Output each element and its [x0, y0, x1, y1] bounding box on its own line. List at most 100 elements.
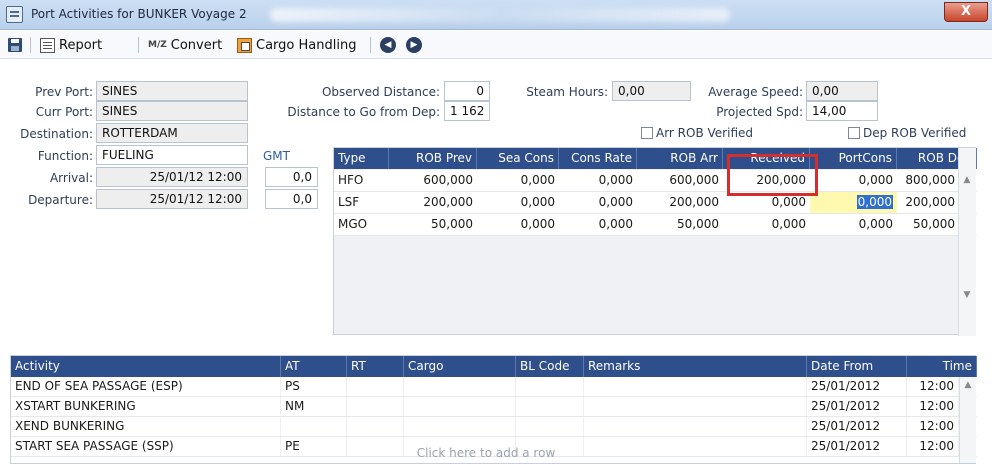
arr-rob-verified-box[interactable]	[641, 127, 653, 139]
rob-cell[interactable]: 600,000	[389, 170, 477, 191]
next-port-button[interactable]: ▶	[406, 36, 422, 54]
rob-cell[interactable]: 0,000	[723, 214, 810, 235]
cargo-handling-button[interactable]: Cargo Handling	[237, 36, 356, 54]
convert-button[interactable]: M/Z Convert	[148, 36, 222, 54]
activity-row[interactable]: END OF SEA PASSAGE (ESP) PS 25/01/2012 1…	[11, 377, 977, 397]
rob-cell[interactable]: 0,000	[810, 170, 897, 191]
save-button[interactable]	[8, 36, 22, 54]
activity-cell[interactable]	[584, 397, 807, 416]
rob-cell[interactable]: LSF	[334, 192, 389, 213]
rob-col-rob-prev[interactable]: ROB Prev	[389, 148, 477, 169]
rob-row-hfo[interactable]: HFO 600,000 0,000 0,000 600,000 200,000 …	[334, 170, 977, 192]
arrival-gmt-field[interactable]: 0,0	[265, 167, 318, 187]
rob-cell[interactable]: 50,000	[637, 214, 723, 235]
rob-cell[interactable]: 200,000	[389, 192, 477, 213]
rob-col-portcons[interactable]: PortCons	[810, 148, 897, 169]
close-button[interactable]: X	[944, 2, 988, 22]
previous-port-button[interactable]: ◀	[380, 36, 396, 54]
activity-cell[interactable]: XEND BUNKERING	[11, 417, 281, 436]
activity-cell[interactable]	[516, 377, 584, 396]
rob-row-lsf[interactable]: LSF 200,000 0,000 0,000 200,000 0,000 0,…	[334, 192, 977, 214]
activity-cell[interactable]: 25/01/2012	[807, 417, 907, 436]
activity-cell[interactable]	[516, 397, 584, 416]
add-row-link[interactable]: Click here to add a row	[11, 446, 961, 460]
act-col-activity[interactable]: Activity	[11, 356, 281, 377]
report-button[interactable]: Report	[40, 36, 102, 54]
rob-cell[interactable]: 50,000	[897, 214, 959, 235]
rob-cell[interactable]: 0,000	[559, 192, 637, 213]
activity-grid-scrollbar[interactable]: ▲	[959, 377, 976, 463]
activity-cell[interactable]: 12:00	[907, 417, 959, 436]
act-col-at[interactable]: AT	[281, 356, 347, 377]
rob-cell[interactable]: 800,000	[897, 170, 959, 191]
act-col-time[interactable]: Time	[907, 356, 977, 377]
prev-port-field[interactable]: SINES	[96, 81, 248, 101]
rob-col-cons-rate[interactable]: Cons Rate	[559, 148, 637, 169]
act-col-bl-code[interactable]: BL Code	[516, 356, 584, 377]
activity-cell[interactable]	[404, 417, 516, 436]
destination-field[interactable]: ROTTERDAM	[96, 123, 248, 143]
observed-distance-field[interactable]: 0	[444, 81, 490, 101]
rob-col-sea-cons[interactable]: Sea Cons	[477, 148, 559, 169]
activity-row[interactable]: XSTART BUNKERING NM 25/01/2012 12:00	[11, 397, 977, 417]
activity-cell[interactable]: 12:00	[907, 397, 959, 416]
scroll-up-icon[interactable]: ▲	[963, 380, 973, 390]
act-col-date-from[interactable]: Date From	[807, 356, 907, 377]
activity-cell[interactable]	[347, 417, 404, 436]
activity-cell[interactable]	[404, 377, 516, 396]
activity-cell[interactable]: 25/01/2012	[807, 397, 907, 416]
act-col-remarks[interactable]: Remarks	[584, 356, 807, 377]
activity-cell[interactable]: PS	[281, 377, 347, 396]
activity-cell[interactable]	[584, 417, 807, 436]
rob-cell[interactable]: 600,000	[637, 170, 723, 191]
rob-cell[interactable]: 50,000	[389, 214, 477, 235]
rob-cell[interactable]: 200,000	[897, 192, 959, 213]
curr-port-label: Curr Port:	[35, 105, 93, 119]
scroll-down-icon[interactable]: ▼	[962, 290, 972, 300]
rob-col-type[interactable]: Type	[334, 148, 389, 169]
rob-cell[interactable]: 0,000	[477, 214, 559, 235]
average-speed-field[interactable]: 0,00	[806, 81, 878, 101]
function-field[interactable]: FUELING	[96, 145, 248, 165]
activity-cell[interactable]	[516, 417, 584, 436]
activity-cell[interactable]	[584, 377, 807, 396]
rob-grid-scrollbar[interactable]: ▲ ▼	[958, 148, 976, 336]
activity-cell[interactable]	[281, 417, 347, 436]
dep-rob-verified-box[interactable]	[848, 127, 860, 139]
title-bar: Port Activities for BUNKER Voyage 2 X	[0, 0, 992, 30]
activity-cell[interactable]: END OF SEA PASSAGE (ESP)	[11, 377, 281, 396]
departure-gmt-field[interactable]: 0,0	[265, 189, 318, 209]
rob-cell[interactable]: MGO	[334, 214, 389, 235]
rob-cell[interactable]: 0,000	[810, 214, 897, 235]
arrival-field[interactable]: 25/01/12 12:00	[96, 167, 248, 187]
rob-cell-portcons-editing[interactable]: 0,000	[810, 192, 897, 213]
distance-to-go-field[interactable]: 1 162	[444, 101, 490, 121]
rob-cell[interactable]: 0,000	[477, 192, 559, 213]
rob-col-rob-arr[interactable]: ROB Arr	[637, 148, 723, 169]
scroll-up-icon[interactable]: ▲	[962, 175, 972, 185]
rob-cell[interactable]: 0,000	[477, 170, 559, 191]
rob-cell[interactable]: 0,000	[559, 214, 637, 235]
act-col-rt[interactable]: RT	[347, 356, 404, 377]
destination-label: Destination:	[20, 127, 93, 141]
rob-cell[interactable]: 0,000	[559, 170, 637, 191]
activity-cell[interactable]	[404, 397, 516, 416]
activity-cell[interactable]	[347, 377, 404, 396]
curr-port-field[interactable]: SINES	[96, 101, 248, 121]
activity-cell[interactable]: 12:00	[907, 377, 959, 396]
act-col-cargo[interactable]: Cargo	[404, 356, 516, 377]
rob-cell[interactable]: HFO	[334, 170, 389, 191]
departure-field[interactable]: 25/01/12 12:00	[96, 189, 248, 209]
activity-cell[interactable]: NM	[281, 397, 347, 416]
activity-cell[interactable]: 25/01/2012	[807, 377, 907, 396]
rob-row-mgo[interactable]: MGO 50,000 0,000 0,000 50,000 0,000 0,00…	[334, 214, 977, 236]
arr-rob-verified-checkbox[interactable]: Arr ROB Verified	[641, 126, 753, 140]
dep-rob-verified-checkbox[interactable]: Dep ROB Verified	[848, 126, 966, 140]
activity-cell[interactable]	[347, 397, 404, 416]
activity-cell[interactable]: XSTART BUNKERING	[11, 397, 281, 416]
selected-text[interactable]: 0,000	[856, 195, 893, 209]
activity-row[interactable]: XEND BUNKERING 25/01/2012 12:00	[11, 417, 977, 437]
steam-hours-field[interactable]: 0,00	[612, 81, 691, 101]
projected-spd-field[interactable]: 14,00	[806, 101, 878, 121]
rob-cell[interactable]: 200,000	[637, 192, 723, 213]
